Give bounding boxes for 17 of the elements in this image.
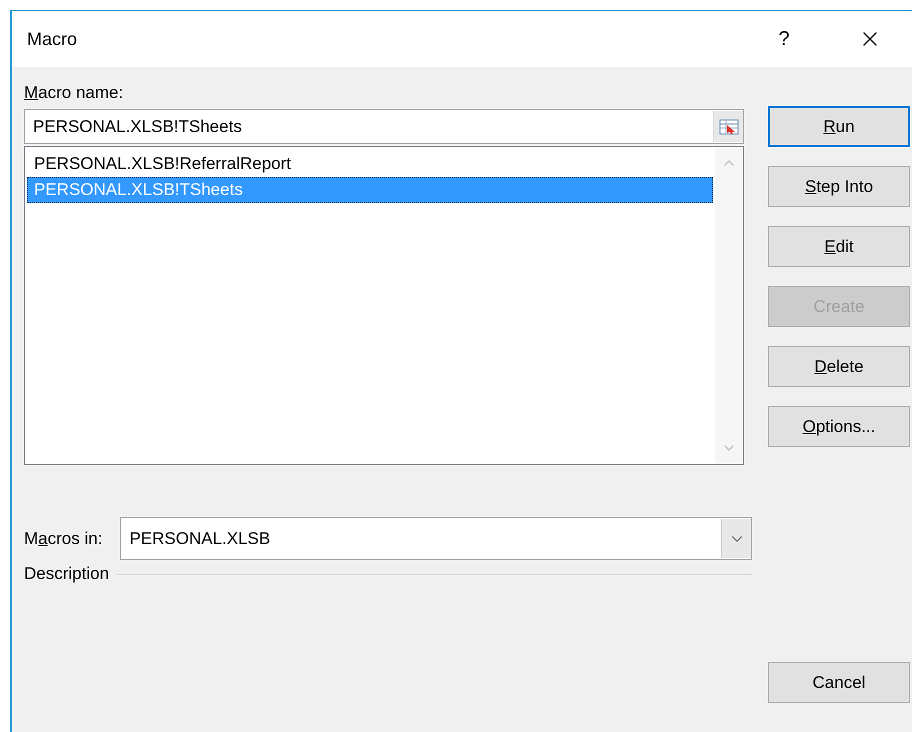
macros-in-dropdown[interactable]: PERSONAL.XLSB: [120, 517, 752, 560]
dialog-button[interactable]: Edit: [768, 226, 910, 267]
dialog-button[interactable]: Step Into: [768, 166, 910, 207]
macro-name-field[interactable]: PERSONAL.XLSB!TSheets: [24, 109, 744, 144]
scrollbar[interactable]: [715, 147, 743, 464]
dropdown-chevron-icon[interactable]: [721, 519, 751, 558]
macros-in-label: Macros in:: [24, 528, 102, 548]
help-button[interactable]: ?: [764, 28, 804, 50]
cancel-button[interactable]: Cancel: [768, 662, 910, 703]
macro-name-label: Macro name:: [24, 83, 124, 103]
range-select-icon[interactable]: [713, 111, 743, 142]
dialog-button[interactable]: Run: [768, 106, 910, 147]
dialog-button[interactable]: Options...: [768, 406, 910, 447]
description-label: Description: [24, 564, 110, 584]
window-title: Macro: [27, 28, 78, 50]
macro-list-item[interactable]: PERSONAL.XLSB!ReferralReport: [27, 151, 713, 177]
dialog-button[interactable]: Delete: [768, 346, 910, 387]
